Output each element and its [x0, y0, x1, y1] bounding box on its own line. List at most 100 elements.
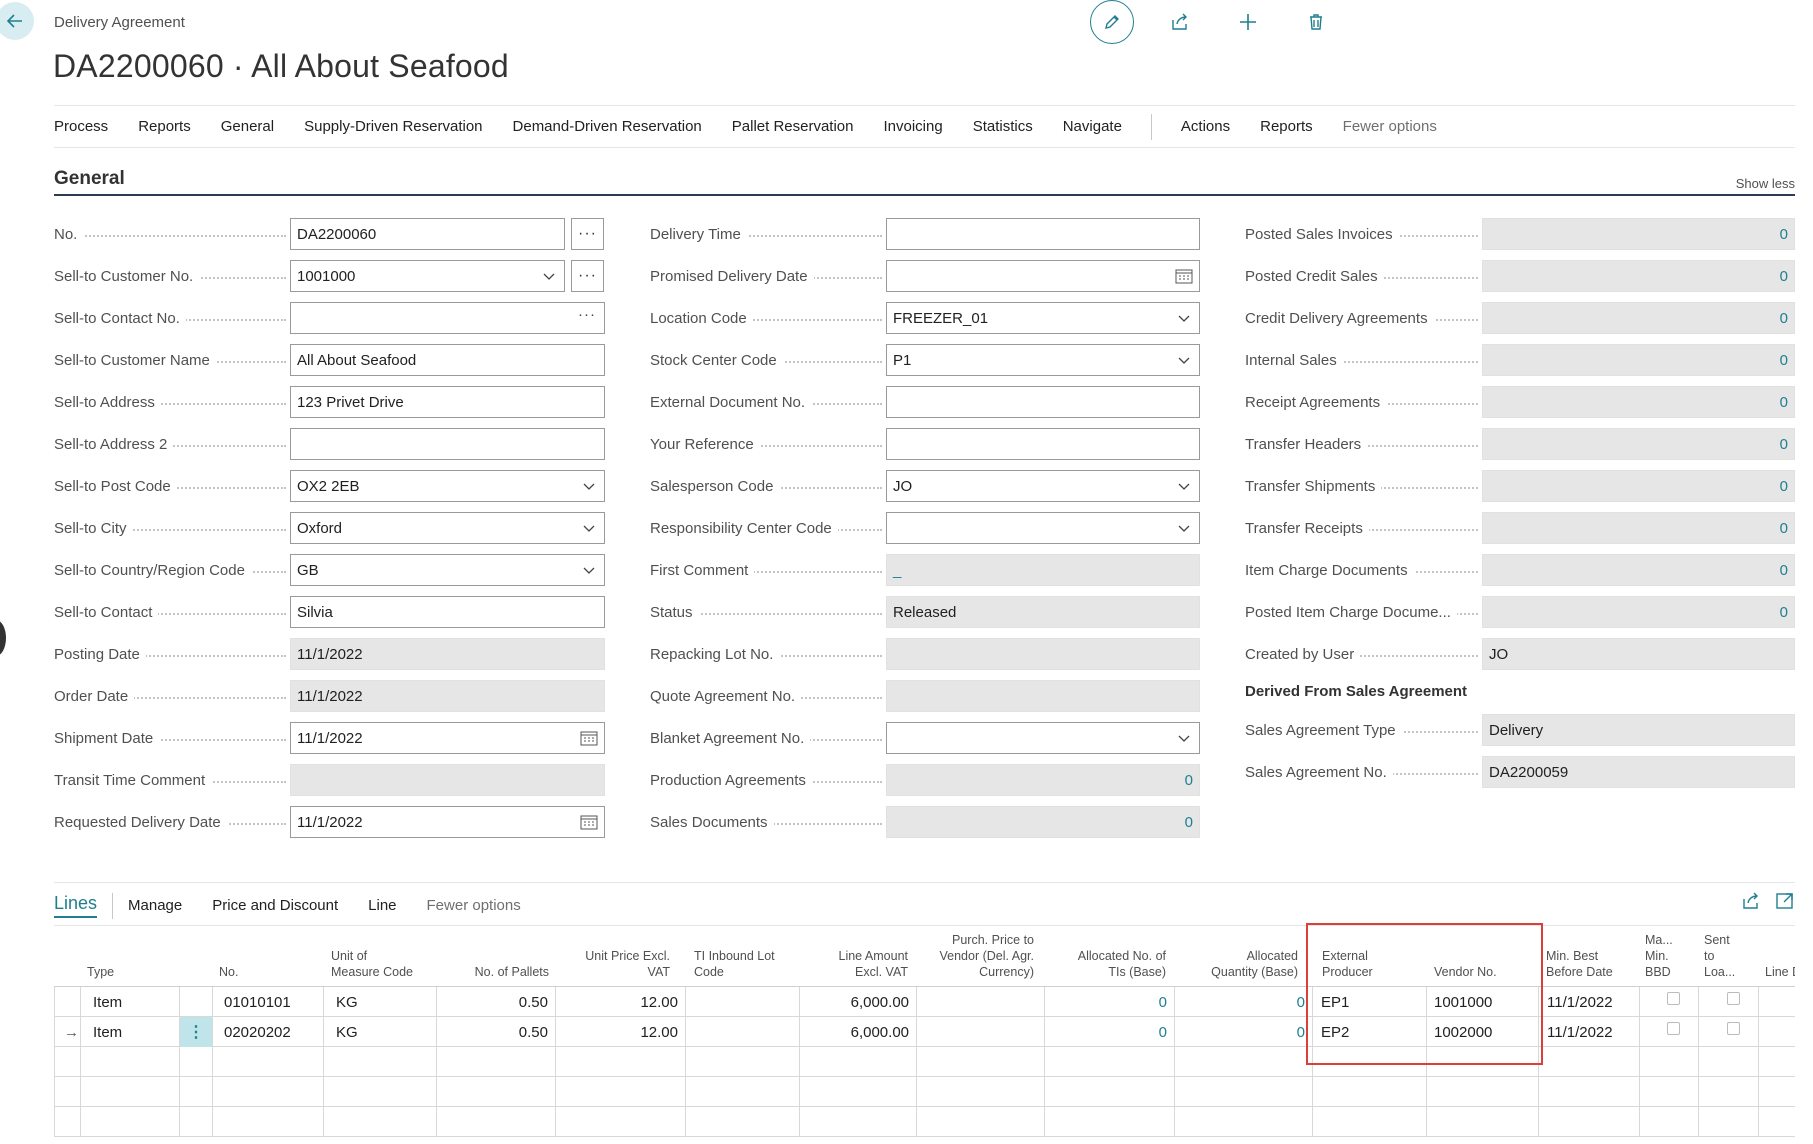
requested-delivery-date-input[interactable]: 11/1/2022: [290, 806, 605, 838]
col-header-uom[interactable]: Unit of Measure Code: [331, 948, 441, 980]
action-demand-driven-reservation[interactable]: Demand-Driven Reservation: [498, 118, 717, 135]
calendar-icon[interactable]: [1175, 268, 1193, 284]
col-header-no[interactable]: No.: [219, 964, 299, 980]
lines-price-discount-button[interactable]: Price and Discount: [212, 897, 338, 914]
col-header-ma-min-bbd[interactable]: Ma... Min. BBD: [1645, 932, 1695, 980]
credit-delivery-agreements-link[interactable]: 0: [1482, 302, 1795, 334]
show-less-button[interactable]: Show less: [1736, 176, 1795, 191]
internal-sales-link[interactable]: 0: [1482, 344, 1795, 376]
col-header-ti-inbound-lot[interactable]: TI Inbound Lot Code: [694, 948, 794, 980]
general-section-title[interactable]: General: [54, 168, 125, 189]
cell-type[interactable]: Item: [87, 1017, 177, 1047]
col-header-min-bbd[interactable]: Min. Best Before Date: [1546, 948, 1636, 980]
table-row-empty[interactable]: [54, 1047, 1795, 1077]
stock-center-code-dropdown[interactable]: P1: [886, 344, 1200, 376]
cell-allocated-tis[interactable]: 0: [1044, 987, 1173, 1017]
lines-fewer-options-button[interactable]: Fewer options: [427, 897, 521, 914]
sell-to-contact-no-input[interactable]: ···: [290, 302, 605, 334]
item-charge-documents-link[interactable]: 0: [1482, 554, 1795, 586]
first-comment-link[interactable]: _: [886, 554, 1200, 586]
col-header-line-amount[interactable]: Line Amount Excl. VAT: [814, 948, 909, 980]
cell-no[interactable]: 01010101: [218, 987, 322, 1017]
cell-type[interactable]: Item: [87, 987, 177, 1017]
col-header-sent-to-loa[interactable]: Sent to Loa...: [1704, 932, 1754, 980]
cell-unit-price[interactable]: 12.00: [555, 987, 684, 1017]
edit-button[interactable]: [1090, 0, 1134, 44]
col-header-vendor-no[interactable]: Vendor No.: [1434, 964, 1534, 980]
lines-line-button[interactable]: Line: [368, 897, 396, 914]
table-row[interactable]: Item 01010101 KG 0.50 12.00 6,000.00 0 0…: [54, 987, 1795, 1017]
posted-item-charge-documents-link[interactable]: 0: [1482, 596, 1795, 628]
cell-purch-price[interactable]: [916, 987, 1043, 1017]
lines-manage-button[interactable]: Manage: [128, 897, 182, 914]
cell-vendor-no[interactable]: 1002000: [1428, 1017, 1538, 1047]
delete-button[interactable]: [1296, 2, 1336, 42]
col-header-line-d[interactable]: Line D: [1765, 964, 1795, 980]
col-header-allocated-qty[interactable]: Allocated Quantity (Base): [1184, 948, 1298, 980]
cell-allocated-qty[interactable]: 0: [1174, 1017, 1311, 1047]
receipt-agreements-link[interactable]: 0: [1482, 386, 1795, 418]
table-row-empty[interactable]: [54, 1107, 1795, 1137]
transfer-receipts-link[interactable]: 0: [1482, 512, 1795, 544]
checkbox-sent-to-loa[interactable]: [1721, 1013, 1746, 1043]
lines-title[interactable]: Lines: [54, 893, 98, 918]
fewer-options-button[interactable]: Fewer options: [1328, 118, 1452, 135]
cell-purch-price[interactable]: [916, 1017, 1043, 1047]
table-row[interactable]: → Item ⋮ 02020202 KG 0.50 12.00 6,000.00…: [54, 1017, 1795, 1047]
cell-uom[interactable]: KG: [330, 1017, 434, 1047]
action-pallet-reservation[interactable]: Pallet Reservation: [717, 118, 869, 135]
back-button[interactable]: [0, 2, 34, 40]
no-assist-button[interactable]: ···: [571, 218, 604, 250]
calendar-icon[interactable]: [580, 730, 598, 746]
sell-to-country-dropdown[interactable]: GB: [290, 554, 605, 586]
action-general[interactable]: General: [206, 118, 289, 135]
external-document-no-input[interactable]: [886, 386, 1200, 418]
action-invoicing[interactable]: Invoicing: [869, 118, 958, 135]
col-header-pallets[interactable]: No. of Pallets: [444, 964, 549, 980]
cell-line-amount[interactable]: 6,000.00: [799, 987, 915, 1017]
checkbox-ma-min-bbd[interactable]: [1661, 1013, 1686, 1043]
expand-button[interactable]: [1775, 891, 1795, 915]
cell-uom[interactable]: KG: [330, 987, 434, 1017]
col-header-allocated-tis[interactable]: Allocated No. of TIs (Base): [1054, 948, 1166, 980]
sales-documents-link[interactable]: 0: [886, 806, 1200, 838]
action-process[interactable]: Process: [54, 118, 123, 135]
cell-ti-lot[interactable]: [685, 987, 798, 1017]
table-row-empty[interactable]: [54, 1077, 1795, 1107]
action-supply-driven-reservation[interactable]: Supply-Driven Reservation: [289, 118, 497, 135]
cell-external-producer[interactable]: EP2: [1315, 1017, 1425, 1047]
promised-delivery-date-input[interactable]: [886, 260, 1200, 292]
row-actions-button[interactable]: ⋮: [180, 1017, 212, 1047]
cell-unit-price[interactable]: 12.00: [555, 1017, 684, 1047]
cell-pallets[interactable]: 0.50: [436, 1017, 554, 1047]
your-reference-input[interactable]: [886, 428, 1200, 460]
delivery-time-input[interactable]: [886, 218, 1200, 250]
sell-to-address-2-input[interactable]: [290, 428, 605, 460]
action-reports-secondary[interactable]: Reports: [1245, 118, 1328, 135]
side-panel-handle[interactable]: [0, 620, 6, 656]
cell-allocated-qty[interactable]: 0: [1174, 987, 1311, 1017]
sell-to-address-input[interactable]: 123 Privet Drive: [290, 386, 605, 418]
action-statistics[interactable]: Statistics: [958, 118, 1048, 135]
location-code-dropdown[interactable]: FREEZER_01: [886, 302, 1200, 334]
posted-sales-invoices-link[interactable]: 0: [1482, 218, 1795, 250]
cell-pallets[interactable]: 0.50: [436, 987, 554, 1017]
cell-min-bbd[interactable]: 11/1/2022: [1541, 987, 1639, 1017]
salesperson-code-dropdown[interactable]: JO: [886, 470, 1200, 502]
share-button[interactable]: [1741, 891, 1761, 915]
action-reports[interactable]: Reports: [123, 118, 206, 135]
cell-allocated-tis[interactable]: 0: [1044, 1017, 1173, 1047]
no-input[interactable]: DA2200060: [290, 218, 565, 250]
shipment-date-input[interactable]: 11/1/2022: [290, 722, 605, 754]
sell-to-contact-input[interactable]: Silvia: [290, 596, 605, 628]
cell-min-bbd[interactable]: 11/1/2022: [1541, 1017, 1639, 1047]
checkbox-sent-to-loa[interactable]: [1721, 983, 1746, 1013]
calendar-icon[interactable]: [580, 814, 598, 830]
col-header-unit-price[interactable]: Unit Price Excl. VAT: [564, 948, 670, 980]
sell-to-city-dropdown[interactable]: Oxford: [290, 512, 605, 544]
transfer-shipments-link[interactable]: 0: [1482, 470, 1795, 502]
ellipsis-icon[interactable]: ···: [578, 306, 596, 323]
share-button[interactable]: [1160, 2, 1200, 42]
responsibility-center-code-dropdown[interactable]: [886, 512, 1200, 544]
posted-credit-sales-link[interactable]: 0: [1482, 260, 1795, 292]
